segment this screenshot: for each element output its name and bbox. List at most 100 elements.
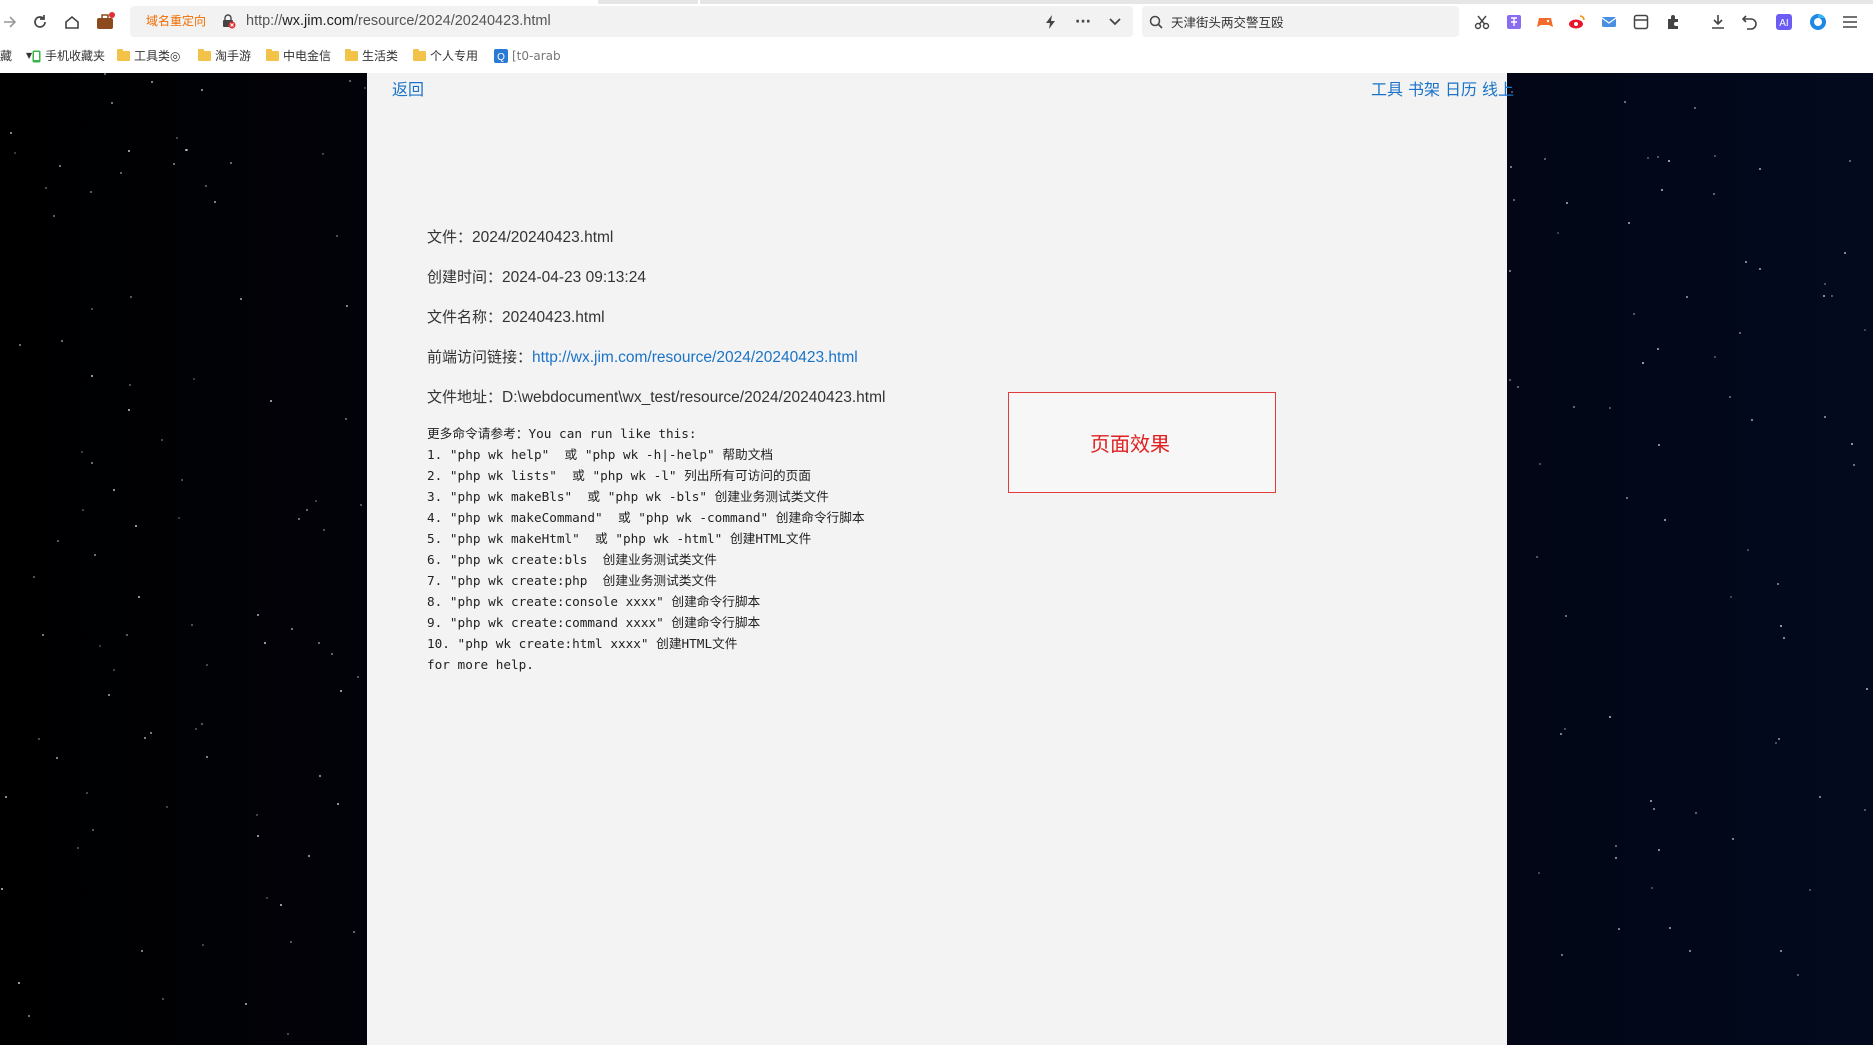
reload-icon[interactable] bbox=[30, 10, 50, 34]
star-dot bbox=[1617, 927, 1620, 930]
page-effect-box[interactable]: 页面效果 bbox=[1008, 392, 1276, 493]
chevron-down-icon[interactable] bbox=[1104, 10, 1126, 34]
star-dot bbox=[308, 855, 311, 858]
star-dot bbox=[1667, 159, 1670, 162]
insecure-lock-icon[interactable] bbox=[220, 13, 236, 29]
star-dot bbox=[162, 998, 165, 1001]
undo-icon[interactable] bbox=[1740, 10, 1760, 34]
mail-icon[interactable] bbox=[1599, 10, 1619, 34]
star-dot bbox=[125, 634, 128, 637]
star-dot bbox=[1660, 189, 1663, 192]
bookmark-overflow[interactable]: 藏 ▼ bbox=[0, 47, 32, 65]
star-dot bbox=[1538, 872, 1541, 875]
star-dot bbox=[113, 489, 116, 492]
ai-icon[interactable]: AI bbox=[1774, 10, 1794, 34]
star-dot bbox=[206, 664, 209, 667]
bookmark-folder-games[interactable]: 淘手游 bbox=[198, 47, 251, 65]
star-dot bbox=[33, 575, 35, 578]
star-dot bbox=[200, 723, 203, 726]
command-line: 6. "php wk create:bls 创建业务测试类文件 bbox=[427, 552, 717, 567]
star-dot bbox=[186, 148, 189, 151]
back-link[interactable]: 返回 bbox=[392, 76, 424, 100]
star-dot bbox=[128, 408, 131, 411]
star-dot bbox=[18, 343, 21, 346]
bookmark-folder-life[interactable]: 生活类 bbox=[345, 47, 398, 65]
command-line: 7. "php wk create:php 创建业务测试类文件 bbox=[427, 573, 717, 588]
nav-bookshelf[interactable]: 书架 bbox=[1408, 76, 1440, 100]
bookmark-arab[interactable]: Q [t0-arab bbox=[494, 47, 561, 65]
star-dot bbox=[344, 418, 347, 421]
translate-icon[interactable] bbox=[1504, 10, 1524, 34]
star-dot bbox=[86, 792, 89, 795]
star-dot bbox=[181, 478, 184, 481]
more-icon[interactable]: ··· bbox=[1072, 10, 1094, 34]
weibo-icon[interactable] bbox=[1567, 10, 1587, 34]
menu-icon[interactable] bbox=[1840, 10, 1860, 34]
search-input[interactable]: 天津街头两交警互殴 bbox=[1171, 12, 1284, 31]
star-dot bbox=[10, 131, 13, 134]
star-dot bbox=[1615, 844, 1618, 847]
scissors-icon[interactable] bbox=[1472, 10, 1492, 34]
front-link[interactable]: http://wx.jim.com/resource/2024/20240423… bbox=[532, 349, 858, 366]
star-dot bbox=[1758, 167, 1761, 170]
command-line: 2. "php wk lists" 或 "php wk -l" 列出所有可访问的… bbox=[427, 468, 811, 483]
home-icon[interactable] bbox=[62, 10, 82, 34]
star-dot bbox=[1745, 260, 1748, 263]
bookmark-label: 淘手游 bbox=[215, 49, 252, 63]
nav-tools[interactable]: 工具 bbox=[1371, 76, 1403, 100]
star-dot bbox=[165, 805, 168, 808]
star-dot bbox=[134, 524, 137, 527]
star-dot bbox=[1686, 295, 1689, 298]
browser-logo-icon[interactable] bbox=[1808, 10, 1828, 34]
star-dot bbox=[18, 982, 21, 985]
svg-text:AI: AI bbox=[1779, 18, 1788, 29]
star-dot bbox=[1627, 221, 1630, 224]
star-dot bbox=[4, 795, 7, 798]
star-dot bbox=[38, 738, 41, 741]
star-dot bbox=[192, 377, 195, 380]
search-icon[interactable] bbox=[1146, 10, 1166, 34]
star-dot bbox=[137, 595, 140, 598]
star-dot bbox=[1543, 158, 1546, 161]
star-dot bbox=[1508, 378, 1511, 381]
star-dot bbox=[331, 653, 334, 656]
extensions-icon[interactable] bbox=[1663, 10, 1683, 34]
star-dot bbox=[352, 930, 355, 933]
star-dot bbox=[1853, 463, 1856, 466]
star-dot bbox=[1657, 156, 1660, 159]
star-dot bbox=[176, 137, 179, 140]
star-dot bbox=[265, 896, 268, 899]
download-icon[interactable] bbox=[1708, 10, 1728, 34]
star-dot bbox=[255, 814, 258, 817]
screenshot-icon[interactable] bbox=[1631, 10, 1651, 34]
briefcase-icon[interactable] bbox=[94, 10, 116, 34]
nav-calendar[interactable]: 日历 bbox=[1445, 76, 1477, 100]
folder-icon bbox=[345, 49, 358, 61]
bookmark-mobile[interactable]: 手机收藏夹 bbox=[32, 47, 105, 65]
star-dot bbox=[322, 528, 325, 531]
forward-icon[interactable] bbox=[2, 10, 18, 34]
star-dot bbox=[98, 645, 101, 648]
phone-icon bbox=[32, 50, 41, 62]
star-dot bbox=[45, 186, 48, 189]
bookmark-folder-tools[interactable]: 工具类◎ bbox=[117, 47, 180, 65]
redirect-badge[interactable]: 域名重定向 bbox=[140, 11, 212, 32]
bookmark-label: [t0-arab bbox=[512, 49, 561, 63]
nav-online[interactable]: 线上 bbox=[1482, 76, 1514, 100]
star-dot bbox=[201, 944, 204, 947]
game-icon[interactable] bbox=[1535, 10, 1555, 34]
star-dot bbox=[81, 508, 84, 511]
bookmark-folder-personal[interactable]: 个人专用 bbox=[413, 47, 478, 65]
path-info: 文件地址：D:\webdocument\wx_test/resource/202… bbox=[427, 386, 885, 407]
star-dot bbox=[1831, 294, 1834, 297]
star-dot bbox=[1565, 202, 1568, 205]
star-dot bbox=[1572, 406, 1575, 409]
lightning-icon[interactable] bbox=[1042, 10, 1060, 34]
star-dot bbox=[240, 298, 242, 301]
star-dot bbox=[119, 171, 122, 174]
star-dot bbox=[1668, 927, 1671, 930]
star-dot bbox=[205, 756, 208, 759]
url-text[interactable]: http://wx.jim.com/resource/2024/20240423… bbox=[246, 10, 551, 32]
bookmark-folder-work[interactable]: 中电金信 bbox=[266, 47, 331, 65]
star-dot bbox=[1782, 637, 1785, 640]
